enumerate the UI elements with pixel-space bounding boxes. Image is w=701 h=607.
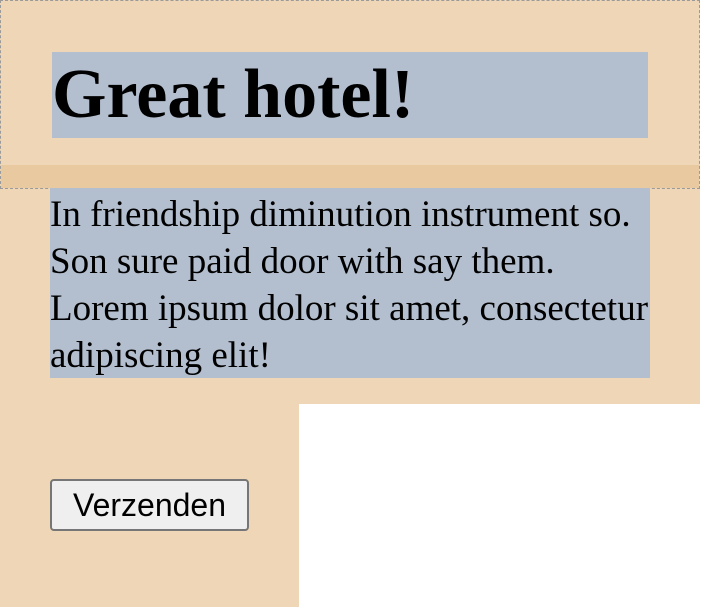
submit-button[interactable]: Verzenden	[50, 479, 249, 531]
header-bottom-band	[1, 165, 699, 188]
page: Great hotel! In friendship diminution in…	[0, 0, 701, 607]
body-paragraph: In friendship diminution instrument so. …	[50, 194, 649, 376]
page-title: Great hotel!	[52, 56, 415, 133]
